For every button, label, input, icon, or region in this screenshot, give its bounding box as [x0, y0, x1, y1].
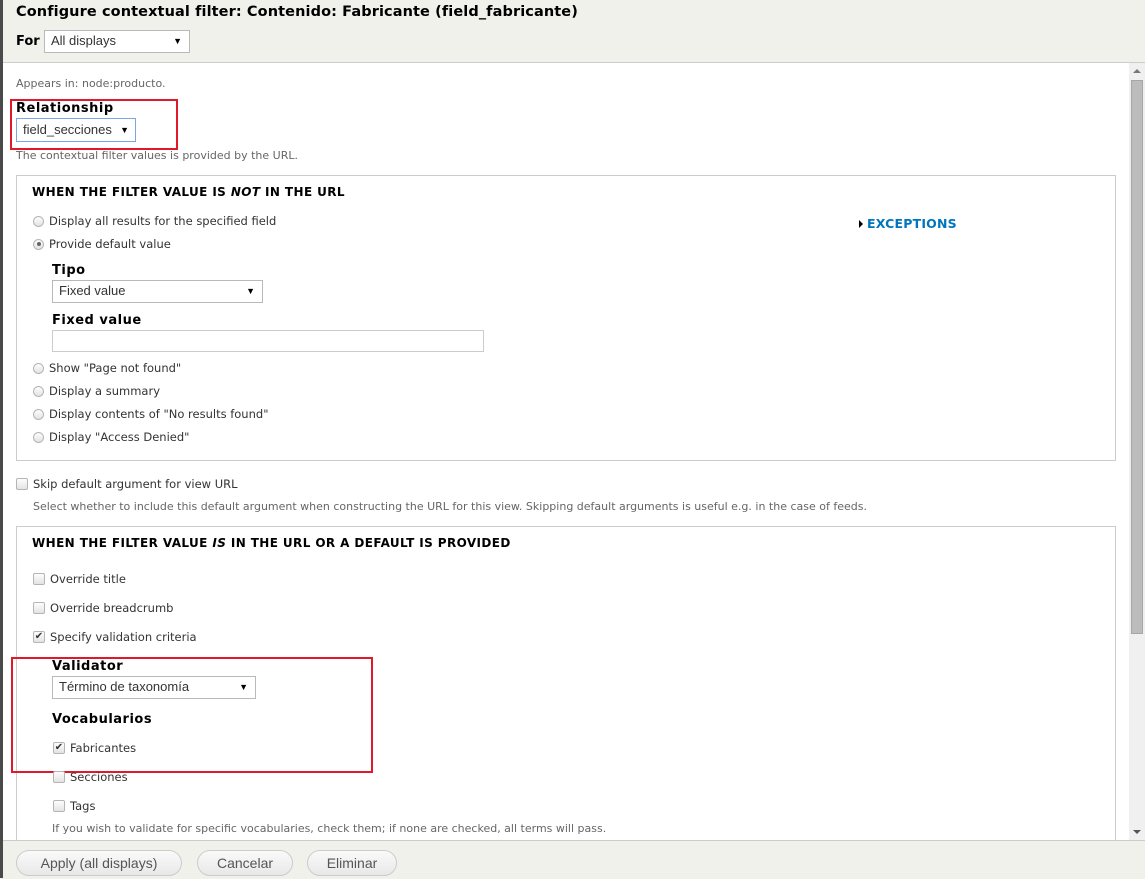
checkbox-skip-default[interactable]: Skip default argument for view URL	[16, 477, 238, 491]
triangle-right-icon	[859, 219, 863, 228]
checkbox-label: Override breadcrumb	[50, 601, 174, 615]
radio-button[interactable]	[33, 385, 44, 397]
for-select-value: All displays	[51, 33, 117, 48]
dialog-title: Configure contextual filter: Contenido: …	[16, 4, 578, 20]
radio-button[interactable]	[33, 408, 44, 420]
checkbox[interactable]	[33, 573, 45, 585]
checkbox-label: Override title	[50, 572, 126, 586]
scroll-down-arrow-icon[interactable]	[1133, 830, 1141, 834]
relationship-select[interactable]: field_secciones ▼	[16, 118, 136, 142]
apply-button[interactable]: Apply (all displays)	[16, 850, 182, 876]
vocab-description: If you wish to validate for specific voc…	[52, 822, 607, 835]
checkbox[interactable]	[16, 478, 28, 490]
checkbox-vocab-tags[interactable]: Tags	[53, 799, 95, 813]
checkbox-specify-validation[interactable]: ✔ Specify validation criteria	[33, 630, 197, 644]
relationship-select-value: field_secciones	[23, 122, 112, 137]
radio-access-denied[interactable]: Display "Access Denied"	[33, 430, 189, 444]
radio-button[interactable]	[33, 215, 44, 227]
relationship-description: The contextual filter values is provided…	[16, 149, 298, 162]
vocabularios-label: Vocabularios	[52, 712, 153, 727]
checkbox-label: Skip default argument for view URL	[33, 477, 238, 491]
chevron-down-icon: ▼	[173, 36, 182, 46]
dialog-footer: Apply (all displays) Cancelar Eliminar	[3, 840, 1145, 879]
validator-select[interactable]: Término de taxonomía ▼	[52, 676, 256, 699]
chevron-down-icon: ▼	[239, 682, 248, 692]
chevron-down-icon: ▼	[120, 125, 129, 135]
checkbox[interactable]	[53, 771, 65, 783]
checkbox[interactable]	[33, 602, 45, 614]
fieldset-not-in-url-legend: WHEN THE FILTER VALUE IS NOT IN THE URL	[32, 185, 345, 199]
radio-page-not-found[interactable]: Show "Page not found"	[33, 361, 181, 375]
dialog-body: Appears in: node:producto. Relationship …	[3, 63, 1129, 840]
radio-label: Provide default value	[49, 237, 171, 251]
radio-display-all[interactable]: Display all results for the specified fi…	[33, 214, 276, 228]
checkbox-checked[interactable]: ✔	[53, 742, 65, 754]
radio-button-selected[interactable]	[33, 238, 44, 250]
radio-label: Show "Page not found"	[49, 361, 182, 375]
legend-text: IN THE URL OR A DEFAULT IS PROVIDED	[226, 536, 511, 550]
appears-in-text: Appears in: node:producto.	[16, 77, 166, 90]
scrollbar-thumb[interactable]	[1131, 80, 1143, 634]
fixed-value-label: Fixed value	[52, 313, 142, 328]
checkbox-label: Secciones	[70, 770, 128, 784]
scroll-up-arrow-icon[interactable]	[1133, 69, 1141, 73]
radio-label: Display "Access Denied"	[49, 430, 190, 444]
tipo-select-value: Fixed value	[59, 283, 126, 298]
exceptions-toggle[interactable]: EXCEPTIONS	[859, 216, 957, 231]
relationship-label: Relationship	[16, 101, 114, 116]
validator-select-value: Término de taxonomía	[59, 679, 190, 694]
radio-button[interactable]	[33, 431, 44, 443]
for-label: For	[16, 34, 40, 49]
radio-label: Display all results for the specified fi…	[49, 214, 277, 228]
validator-label: Validator	[52, 659, 124, 674]
tipo-label: Tipo	[52, 263, 86, 278]
radio-provide-default[interactable]: Provide default value	[33, 237, 171, 251]
tipo-select[interactable]: Fixed value ▼	[52, 280, 263, 303]
legend-text: WHEN THE FILTER VALUE	[32, 536, 213, 550]
checkbox-checked[interactable]: ✔	[33, 631, 45, 643]
checkbox-vocab-fabricantes[interactable]: ✔ Fabricantes	[53, 741, 136, 755]
chevron-down-icon: ▼	[246, 286, 255, 296]
checkbox-label: Tags	[70, 799, 96, 813]
dialog-header: Configure contextual filter: Contenido: …	[3, 0, 1145, 63]
vertical-scrollbar[interactable]	[1129, 63, 1145, 840]
skip-default-description: Select whether to include this default a…	[33, 500, 867, 513]
radio-no-results[interactable]: Display contents of "No results found"	[33, 407, 268, 421]
exceptions-label: EXCEPTIONS	[867, 216, 957, 231]
checkbox-override-breadcrumb[interactable]: Override breadcrumb	[33, 601, 173, 615]
delete-button[interactable]: Eliminar	[307, 850, 397, 876]
cancel-button[interactable]: Cancelar	[197, 850, 293, 876]
checkbox-label: Fabricantes	[70, 741, 137, 755]
checkbox-label: Specify validation criteria	[50, 630, 197, 644]
checkbox-override-title[interactable]: Override title	[33, 572, 126, 586]
radio-button[interactable]	[33, 362, 44, 374]
fieldset-is-in-url-legend: WHEN THE FILTER VALUE IS IN THE URL OR A…	[32, 536, 511, 550]
radio-label: Display contents of "No results found"	[49, 407, 269, 421]
legend-text: WHEN THE FILTER VALUE IS	[32, 185, 231, 199]
legend-text: IN THE URL	[260, 185, 345, 199]
for-displays-select[interactable]: All displays ▼	[44, 30, 190, 53]
radio-label: Display a summary	[49, 384, 161, 398]
checkbox-vocab-secciones[interactable]: Secciones	[53, 770, 128, 784]
legend-emphasis: NOT	[230, 185, 261, 199]
legend-emphasis: IS	[212, 536, 227, 550]
fixed-value-input[interactable]	[52, 330, 484, 352]
checkbox[interactable]	[53, 800, 65, 812]
radio-display-summary[interactable]: Display a summary	[33, 384, 160, 398]
